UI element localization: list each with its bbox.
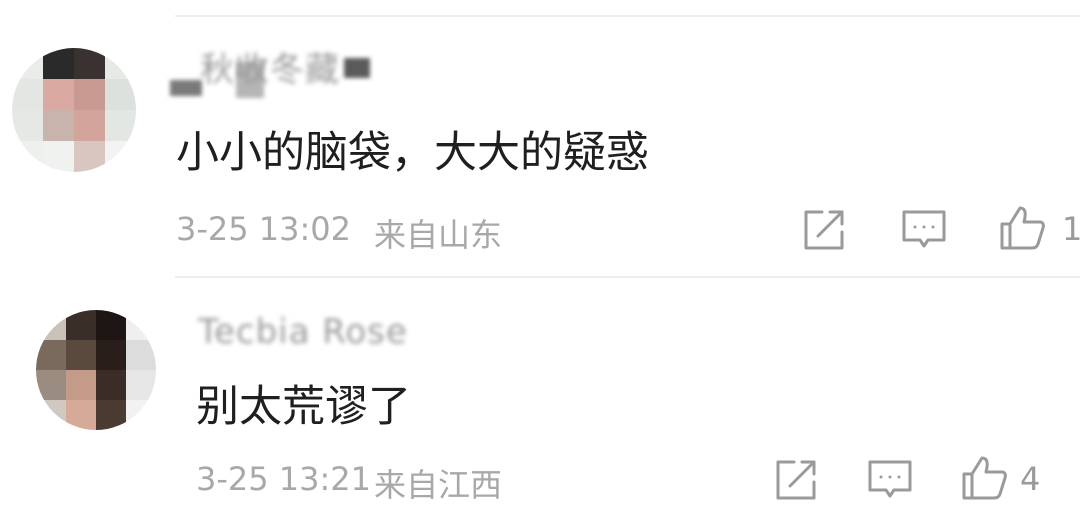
comment-location: 来自山东: [374, 216, 503, 254]
username-redaction: [344, 58, 370, 78]
comment-time: 3-25 13:21: [196, 460, 372, 498]
comment-divider: [175, 276, 1080, 278]
username-redaction: [170, 80, 202, 96]
thumbs-up-icon[interactable]: [960, 454, 1008, 502]
comment-location: 来自江西: [374, 466, 503, 504]
username[interactable]: 秋收冬藏: [200, 42, 340, 91]
username[interactable]: Tecbia Rose: [198, 312, 408, 352]
like-count: 4: [1020, 460, 1041, 498]
like-count: 1: [1062, 210, 1080, 248]
avatar[interactable]: [12, 48, 136, 172]
share-external-icon[interactable]: [772, 456, 820, 504]
comment-text: 别太荒谬了: [196, 382, 411, 432]
comment-bubble-icon[interactable]: [866, 456, 914, 504]
avatar[interactable]: [36, 310, 156, 430]
share-external-icon[interactable]: [800, 206, 848, 254]
top-divider: [175, 15, 1080, 17]
thumbs-up-icon[interactable]: [998, 204, 1046, 252]
comment-text: 小小的脑袋，大大的疑惑: [176, 128, 649, 178]
comment-time: 3-25 13:02: [176, 210, 352, 248]
comment-bubble-icon[interactable]: [900, 206, 948, 254]
